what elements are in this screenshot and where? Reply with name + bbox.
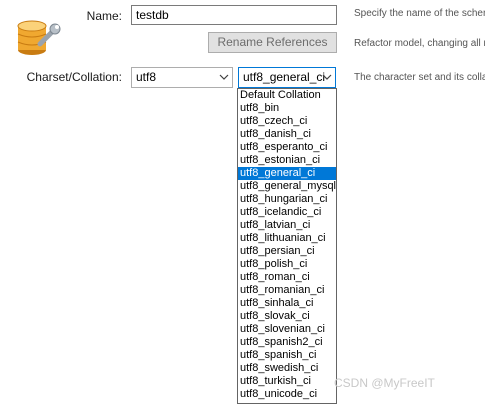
dropdown-option[interactable]: utf8_slovenian_ci bbox=[238, 323, 336, 336]
charset-collation-label: Charset/Collation: bbox=[26, 70, 122, 84]
name-label: Name: bbox=[86, 9, 122, 23]
dropdown-option[interactable]: utf8_sinhala_ci bbox=[238, 297, 336, 310]
dropdown-option[interactable]: utf8_spanish2_ci bbox=[238, 336, 336, 349]
dropdown-option[interactable]: utf8_turkish_ci bbox=[238, 375, 336, 388]
dropdown-option[interactable]: utf8_polish_ci bbox=[238, 258, 336, 271]
dropdown-option[interactable]: utf8_esperanto_ci bbox=[238, 141, 336, 154]
database-schema-icon bbox=[14, 14, 62, 62]
rename-references-button[interactable]: Rename References bbox=[208, 32, 337, 53]
dropdown-option[interactable]: utf8_spanish_ci bbox=[238, 349, 336, 362]
dropdown-option[interactable]: utf8_bin bbox=[238, 102, 336, 115]
schema-name-input[interactable]: testdb bbox=[131, 5, 337, 25]
collation-dropdown-list[interactable]: Default Collation utf8_bin utf8_czech_ci ut… bbox=[237, 88, 337, 404]
dropdown-option[interactable]: utf8_lithuanian_ci bbox=[238, 232, 336, 245]
dropdown-option[interactable]: utf8_czech_ci bbox=[238, 115, 336, 128]
collation-select-value: utf8_general_ci bbox=[243, 70, 326, 84]
dropdown-option[interactable]: utf8_unicode_ci bbox=[238, 388, 336, 401]
dropdown-option-selected[interactable]: utf8_general_ci bbox=[238, 167, 336, 180]
dropdown-option[interactable]: utf8_general_mysql bbox=[238, 180, 336, 193]
dropdown-option[interactable]: utf8_estonian_ci bbox=[238, 154, 336, 167]
name-hint: Specify the name of the scher bbox=[354, 8, 485, 19]
dropdown-option[interactable]: utf8_romanian_ci bbox=[238, 284, 336, 297]
dropdown-option[interactable]: utf8_latvian_ci bbox=[238, 219, 336, 232]
rename-hint: Refactor model, changing all ref bbox=[354, 38, 485, 49]
collation-select[interactable]: utf8_general_ci bbox=[238, 67, 336, 88]
dropdown-option[interactable]: utf8_danish_ci bbox=[238, 128, 336, 141]
dropdown-option[interactable]: utf8_icelandic_ci bbox=[238, 206, 336, 219]
chevron-down-icon bbox=[322, 74, 332, 80]
dropdown-option[interactable]: utf8_persian_ci bbox=[238, 245, 336, 258]
chevron-down-icon bbox=[219, 74, 229, 80]
dropdown-option[interactable]: Default Collation bbox=[238, 89, 336, 102]
dropdown-option[interactable]: utf8_swedish_ci bbox=[238, 362, 336, 375]
charset-select[interactable]: utf8 bbox=[131, 67, 233, 88]
charset-hint: The character set and its colla bbox=[354, 72, 485, 83]
dropdown-option[interactable]: utf8_slovak_ci bbox=[238, 310, 336, 323]
dropdown-option[interactable]: utf8_roman_ci bbox=[238, 271, 336, 284]
dropdown-option[interactable]: utf8_hungarian_ci bbox=[238, 193, 336, 206]
charset-select-value: utf8 bbox=[136, 70, 157, 84]
watermark: CSDN @MyFreeIT bbox=[334, 376, 435, 390]
